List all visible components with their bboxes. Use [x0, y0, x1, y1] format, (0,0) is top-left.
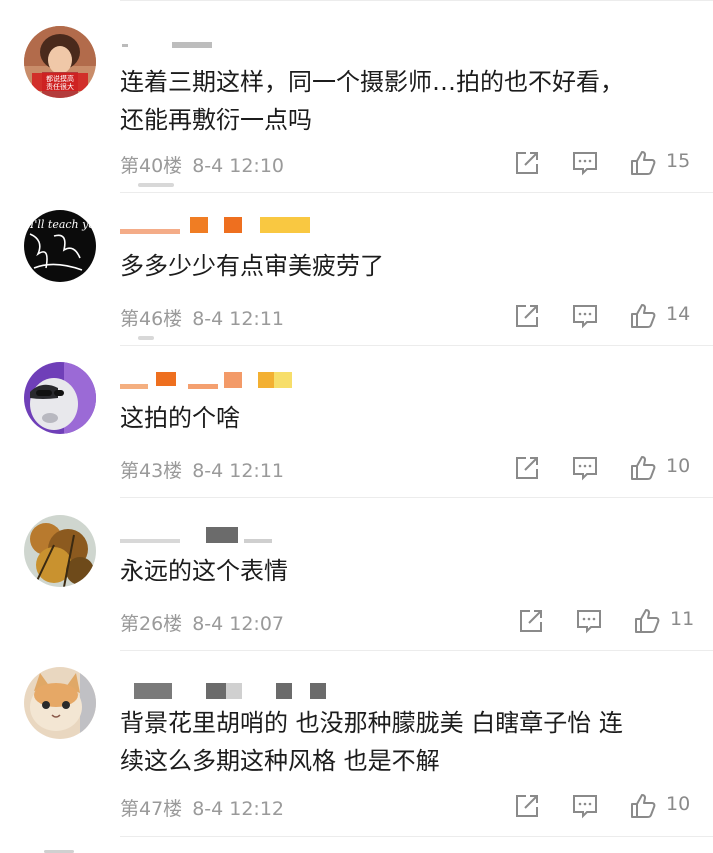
divider	[120, 497, 713, 498]
divider	[120, 345, 713, 346]
like-count: 10	[666, 455, 691, 477]
action-bar: 10	[510, 789, 710, 823]
comment-icon	[573, 152, 597, 176]
avatar[interactable]	[24, 362, 96, 434]
share-icon	[516, 152, 538, 174]
avatar-text: I'll teach you how to fuck.	[29, 218, 96, 231]
like-button[interactable]: 11	[630, 604, 710, 638]
action-bar: 11	[514, 604, 710, 638]
divider	[120, 192, 713, 193]
thumbs-up-icon	[631, 456, 656, 480]
share-button[interactable]	[510, 146, 544, 180]
comment-text: 永远的这个表情	[120, 557, 288, 585]
reply-button[interactable]	[568, 451, 602, 485]
timestamp: 8-4 12:11	[192, 308, 285, 330]
comment-meta: 第46楼 8-4 12:11	[120, 304, 284, 331]
floor-number: 第43楼	[120, 460, 183, 482]
top-divider	[120, 0, 713, 1]
avatar[interactable]	[24, 515, 96, 587]
username-redacted[interactable]	[120, 36, 380, 58]
avatar[interactable]	[24, 667, 96, 739]
divider	[120, 836, 713, 837]
like-count: 11	[670, 608, 695, 630]
floor-number: 第47楼	[120, 798, 183, 820]
timestamp: 8-4 12:10	[192, 155, 285, 177]
thumbs-up-icon	[631, 304, 656, 328]
reply-button[interactable]	[572, 604, 606, 638]
like-count: 14	[666, 303, 691, 325]
comment-text: 连着三期这样，同一个摄影师…拍的也不好看， 还能再敷衍一点吗	[120, 68, 624, 134]
username-redacted[interactable]	[120, 683, 380, 705]
avatar[interactable]: 都说摸高 责任很大	[24, 26, 96, 98]
timestamp: 8-4 12:11	[192, 460, 285, 482]
comment-icon	[573, 795, 597, 819]
comment-meta: 第40楼 8-4 12:10	[120, 151, 284, 178]
reply-preview-stub	[138, 183, 174, 187]
floor-number: 第40楼	[120, 155, 183, 177]
thumbs-up-icon	[635, 609, 660, 633]
action-bar: 15	[510, 146, 710, 180]
avatar-caption-line1: 都说摸高	[46, 74, 74, 83]
like-count: 10	[666, 793, 691, 815]
comment-text: 这拍的个啥	[120, 404, 240, 432]
like-button[interactable]: 14	[626, 299, 710, 333]
avatar-caption-line2: 责任很大	[46, 82, 74, 91]
share-icon	[516, 795, 538, 817]
comment-meta: 第47楼 8-4 12:12	[120, 794, 284, 821]
comment-meta: 第43楼 8-4 12:11	[120, 456, 284, 483]
like-count: 15	[666, 150, 691, 172]
comment-icon	[577, 610, 601, 634]
comment-text: 背景花里胡哨的 也没那种朦胧美 白瞎章子怡 连 续这么多期这种风格 也是不解	[120, 709, 623, 775]
username-redacted[interactable]	[120, 217, 380, 239]
username-redacted[interactable]	[120, 372, 380, 394]
share-icon	[520, 610, 542, 632]
comment-meta: 第26楼 8-4 12:07	[120, 609, 284, 636]
share-button[interactable]	[510, 451, 544, 485]
reply-button[interactable]	[568, 299, 602, 333]
username-redacted[interactable]	[120, 527, 380, 549]
like-button[interactable]: 10	[626, 789, 710, 823]
action-bar: 10	[510, 451, 710, 485]
floor-number: 第46楼	[120, 308, 183, 330]
comment-text: 多多少少有点审美疲劳了	[120, 252, 384, 280]
share-button[interactable]	[510, 789, 544, 823]
reply-button[interactable]	[568, 146, 602, 180]
share-icon	[516, 457, 538, 479]
like-button[interactable]: 10	[626, 451, 710, 485]
thumbs-up-icon	[631, 151, 656, 175]
avatar[interactable]: I'll teach you how to fuck.	[24, 210, 96, 282]
divider	[120, 650, 713, 651]
share-icon	[516, 305, 538, 327]
reply-preview-stub	[138, 336, 154, 340]
comment-icon	[573, 305, 597, 329]
floor-number: 第26楼	[120, 613, 183, 635]
timestamp: 8-4 12:12	[192, 798, 285, 820]
comment-icon	[573, 457, 597, 481]
thumbs-up-icon	[631, 794, 656, 818]
timestamp: 8-4 12:07	[192, 613, 285, 635]
reply-button[interactable]	[568, 789, 602, 823]
share-button[interactable]	[514, 604, 548, 638]
share-button[interactable]	[510, 299, 544, 333]
action-bar: 14	[510, 299, 710, 333]
like-button[interactable]: 15	[626, 146, 710, 180]
